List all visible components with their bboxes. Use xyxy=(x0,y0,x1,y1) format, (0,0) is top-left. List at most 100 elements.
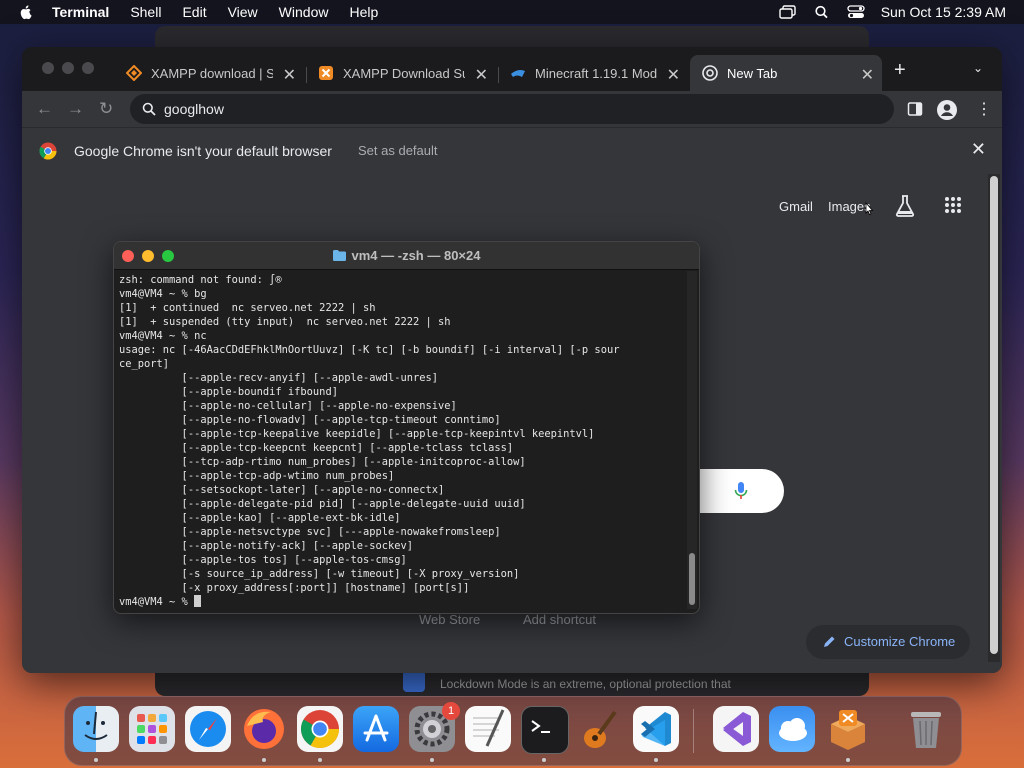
trash-icon[interactable] xyxy=(903,706,949,752)
terminal-line: [--apple-recv-anyif] [--apple-awdl-unres… xyxy=(119,372,439,384)
forward-arrow-icon[interactable]: → xyxy=(67,99,84,119)
tab-xampp-download[interactable]: XAMPP download | So ✕ xyxy=(114,55,304,91)
menu-help[interactable]: Help xyxy=(349,4,378,20)
terminal-title: vm4 — -zsh — 80×24 xyxy=(114,248,699,263)
lockdown-hand-icon xyxy=(403,670,425,692)
running-indicator xyxy=(846,758,850,762)
terminal-prompt-line[interactable]: vm4@VM4 ~ % xyxy=(119,595,679,609)
profile-avatar-icon[interactable] xyxy=(936,99,958,121)
terminal-titlebar[interactable]: vm4 — -zsh — 80×24 xyxy=(114,242,699,270)
menubar-clock[interactable]: Sun Oct 15 2:39 AM xyxy=(881,4,1006,20)
add-shortcut-link[interactable]: Add shortcut xyxy=(523,612,596,627)
labs-flask-icon[interactable] xyxy=(894,194,916,218)
terminal-line: [--apple-notify-ack] [--apple-sockev] xyxy=(119,540,414,552)
spotlight-search-icon[interactable] xyxy=(813,5,831,19)
customize-chrome-button[interactable]: Customize Chrome xyxy=(806,625,970,659)
terminal-prompt: vm4@VM4 ~ % xyxy=(119,596,195,608)
reload-icon[interactable]: ↻ xyxy=(99,99,113,119)
terminal-line: [--apple-tcp-keepcnt keepcnt] [--apple-t… xyxy=(119,442,514,454)
terminal-line: [-s source_ip_address] [-w timeout] [-X … xyxy=(119,568,520,580)
google-chrome-icon[interactable] xyxy=(297,706,343,752)
omnibox-text[interactable]: googlhow xyxy=(164,101,224,117)
tab-xampp-success[interactable]: XAMPP Download Suc ✕ xyxy=(306,55,496,91)
folder-icon xyxy=(332,250,346,261)
xampp-icon xyxy=(319,66,333,80)
running-indicator xyxy=(430,758,434,762)
mouse-pointer-icon xyxy=(865,202,874,216)
tab-close-icon[interactable]: ✕ xyxy=(475,65,488,85)
safari-icon[interactable] xyxy=(185,706,231,752)
terminal-line: [1] + suspended (tty input) nc serveo.ne… xyxy=(119,316,451,328)
default-browser-infobar: Google Chrome isn't your default browser… xyxy=(22,127,1002,174)
terminal-icon[interactable] xyxy=(521,706,569,754)
apple-logo-icon[interactable] xyxy=(18,4,34,20)
web-store-shortcut[interactable]: Web Store xyxy=(419,612,480,627)
set-as-default-button[interactable]: Set as default xyxy=(358,143,438,158)
terminal-scrollbar-thumb[interactable] xyxy=(689,553,695,605)
textedit-icon[interactable] xyxy=(465,706,511,752)
window-close-button[interactable] xyxy=(42,62,54,74)
tab-label: XAMPP Download Suc xyxy=(343,65,465,81)
running-indicator xyxy=(654,758,658,762)
terminal-line: [--apple-no-flowadv] [--apple-tcp-timeou… xyxy=(119,414,501,426)
tab-close-icon[interactable]: ✕ xyxy=(861,65,874,85)
running-indicator xyxy=(94,758,98,762)
menu-terminal[interactable]: Terminal xyxy=(52,4,109,20)
menu-edit[interactable]: Edit xyxy=(182,4,206,20)
voice-search-mic-icon[interactable] xyxy=(734,481,748,501)
chrome-menu-icon[interactable]: ⋮ xyxy=(976,99,992,119)
tab-close-icon[interactable]: ✕ xyxy=(283,65,296,85)
garageband-icon[interactable] xyxy=(577,706,623,752)
tab-close-icon[interactable]: ✕ xyxy=(667,65,680,85)
omnibox[interactable]: googlhow xyxy=(130,94,894,124)
weather-icon[interactable] xyxy=(769,706,815,752)
terminal-line: [--apple-tos tos] [--apple-tos-cmsg] xyxy=(119,554,407,566)
settings-notification-badge: 1 xyxy=(442,702,460,720)
visual-studio-icon[interactable] xyxy=(713,706,759,752)
menu-window[interactable]: Window xyxy=(279,4,329,20)
terminal-line: [--tcp-adp-rtimo num_probes] [--apple-in… xyxy=(119,456,526,468)
screen-mirroring-icon[interactable] xyxy=(779,5,797,19)
infobar-message: Google Chrome isn't your default browser xyxy=(74,143,332,159)
tab-new-tab[interactable]: New Tab ✕ xyxy=(690,55,882,91)
scrollbar-thumb[interactable] xyxy=(990,176,998,654)
tab-search-chevron-icon[interactable]: ⌄ xyxy=(973,61,983,75)
vscode-icon[interactable] xyxy=(633,706,679,752)
gmail-link[interactable]: Gmail xyxy=(779,199,813,214)
pencil-icon xyxy=(824,636,835,647)
terminal-scrollbar[interactable] xyxy=(687,271,697,609)
running-indicator xyxy=(318,758,322,762)
window-zoom-button[interactable] xyxy=(82,62,94,74)
terminal-line: [--apple-netsvctype svc] [---apple-nowak… xyxy=(119,526,501,538)
terminal-output[interactable]: zsh: command not found: ∫® vm4@VM4 ~ % bg… xyxy=(119,273,679,609)
control-center-icon[interactable] xyxy=(847,5,865,19)
tab-strip: XAMPP download | So ✕ XAMPP Download Suc… xyxy=(22,47,1002,91)
xampp-download-icon xyxy=(126,65,142,81)
window-minimize-button[interactable] xyxy=(62,62,74,74)
app-store-icon[interactable] xyxy=(353,706,399,752)
launchpad-icon[interactable] xyxy=(129,706,175,752)
terminal-line: [--apple-tcp-adp-wtimo num_probes] xyxy=(119,470,395,482)
xampp-app-icon[interactable] xyxy=(825,706,871,752)
running-indicator xyxy=(262,758,266,762)
terminal-line: [--setsockopt-later] [--apple-no-connect… xyxy=(119,484,445,496)
terminal-title-text: vm4 — -zsh — 80×24 xyxy=(351,248,481,263)
minecraft-icon xyxy=(511,70,525,77)
tab-label: Minecraft 1.19.1 Modp xyxy=(535,65,657,81)
google-apps-grid-icon[interactable] xyxy=(944,196,962,214)
finder-icon[interactable] xyxy=(73,706,119,752)
infobar-close-icon[interactable]: ✕ xyxy=(971,139,986,160)
menu-view[interactable]: View xyxy=(228,4,258,20)
menu-shell[interactable]: Shell xyxy=(130,4,161,20)
customize-chrome-label: Customize Chrome xyxy=(844,634,956,649)
firefox-icon[interactable] xyxy=(241,706,287,752)
terminal-line: [--apple-delegate-pid pid] [--apple-dele… xyxy=(119,498,526,510)
new-tab-plus-icon[interactable]: + xyxy=(894,59,906,82)
tab-minecraft[interactable]: Minecraft 1.19.1 Modp ✕ xyxy=(498,55,688,91)
page-scrollbar[interactable] xyxy=(988,174,1000,662)
running-indicator xyxy=(542,758,546,762)
menu-bar: Terminal Shell Edit View Window Help Sun… xyxy=(0,0,1024,24)
terminal-cursor xyxy=(194,595,202,607)
back-arrow-icon[interactable]: ← xyxy=(36,99,53,119)
side-panel-icon[interactable] xyxy=(907,101,923,117)
